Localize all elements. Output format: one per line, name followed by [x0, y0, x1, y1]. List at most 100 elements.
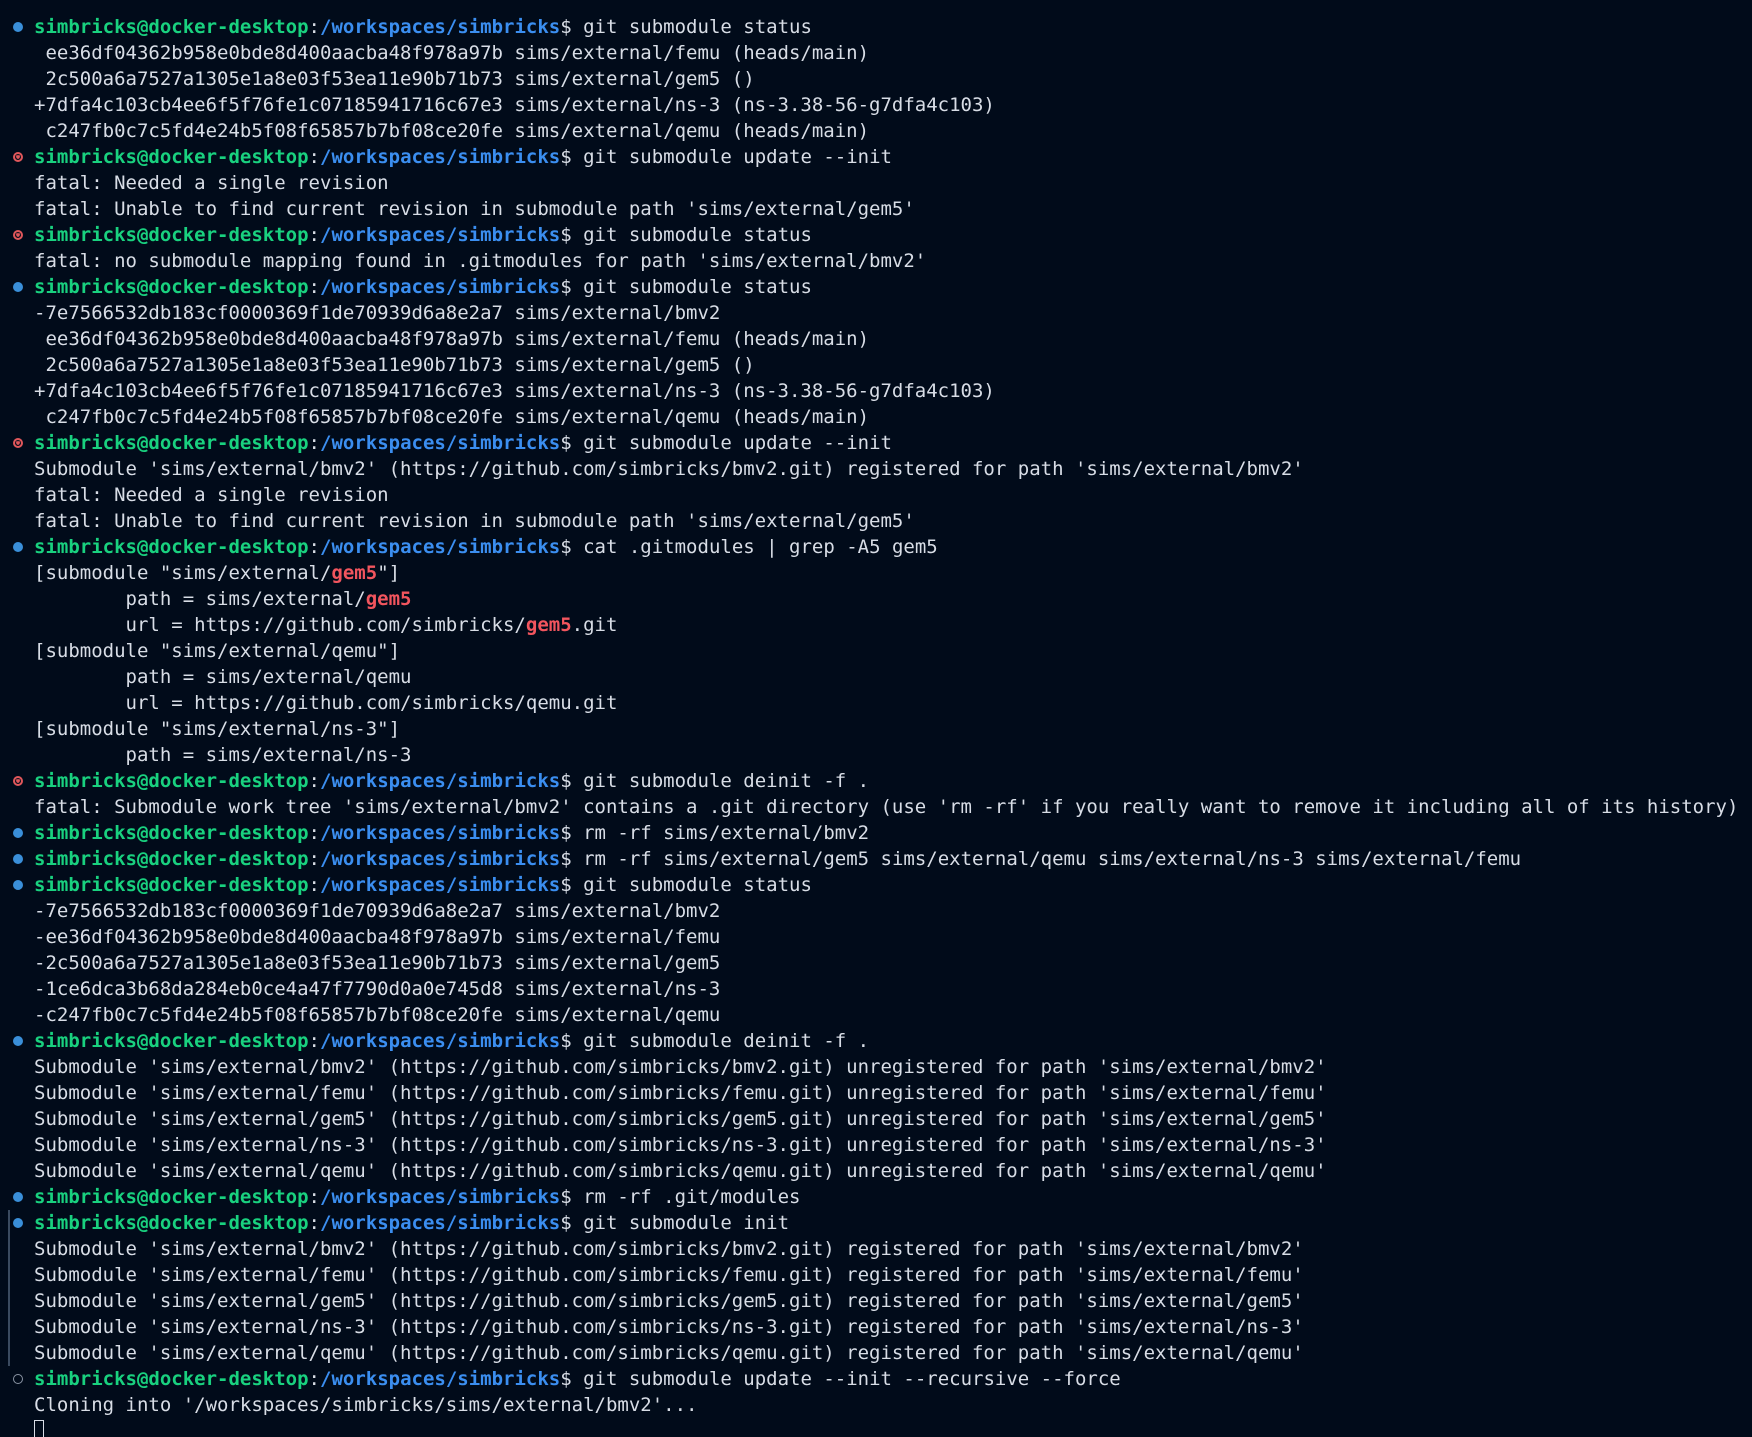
output-line: 2c500a6a7527a1305e1a8e03f53ea11e90b71b73…	[0, 352, 1752, 378]
prompt-symbol: $	[560, 1186, 584, 1208]
command-text: rm -rf .git/modules	[583, 1186, 801, 1208]
output-text: c247fb0c7c5fd4e24b5f08f65857b7bf08ce20fe…	[34, 406, 870, 428]
output-line: Submodule 'sims/external/gem5' (https://…	[0, 1288, 1752, 1314]
command-error-icon[interactable]	[13, 438, 23, 448]
command-success-icon[interactable]	[13, 1036, 23, 1046]
output-text: -c247fb0c7c5fd4e24b5f08f65857b7bf08ce20f…	[34, 1004, 721, 1026]
output-line: ee36df04362b958e0bde8d400aacba48f978a97b…	[0, 40, 1752, 66]
output-text: .git	[571, 614, 618, 636]
prompt-user: simbricks@docker-desktop	[34, 1212, 309, 1234]
command-success-icon[interactable]	[13, 1218, 23, 1228]
output-line: Submodule 'sims/external/femu' (https://…	[0, 1262, 1752, 1288]
prompt-path: /workspaces/simbricks	[320, 16, 561, 38]
prompt-separator: :	[308, 146, 320, 168]
output-text: [submodule "sims/external/ns-3"]	[34, 718, 401, 740]
output-line: -2c500a6a7527a1305e1a8e03f53ea11e90b71b7…	[0, 950, 1752, 976]
command-text: git submodule update --init	[583, 146, 892, 168]
cursor-line	[0, 1418, 1752, 1437]
output-line: -7e7566532db183cf0000369f1de70939d6a8e2a…	[0, 300, 1752, 326]
command-text: git submodule status	[583, 224, 812, 246]
output-text: url = https://github.com/simbricks/	[34, 614, 526, 636]
output-text: +7dfa4c103cb4ee6f5f76fe1c07185941716c67e…	[34, 94, 995, 116]
command-line: simbricks@docker-desktop:/workspaces/sim…	[0, 144, 1752, 170]
prompt-symbol: $	[560, 16, 584, 38]
output-text: [submodule "sims/external/	[34, 562, 332, 584]
output-text: fatal: Needed a single revision	[34, 172, 389, 194]
output-line: [submodule "sims/external/qemu"]	[0, 638, 1752, 664]
prompt-user: simbricks@docker-desktop	[34, 536, 309, 558]
grep-match: gem5	[525, 614, 572, 636]
command-success-icon[interactable]	[13, 828, 23, 838]
output-text: fatal: no submodule mapping found in .gi…	[34, 250, 927, 272]
output-line: Submodule 'sims/external/qemu' (https://…	[0, 1340, 1752, 1366]
prompt-path: /workspaces/simbricks	[320, 276, 561, 298]
command-line: simbricks@docker-desktop:/workspaces/sim…	[0, 14, 1752, 40]
prompt-user: simbricks@docker-desktop	[34, 224, 309, 246]
prompt-symbol: $	[560, 276, 584, 298]
command-error-icon[interactable]	[13, 776, 23, 786]
output-text: url = https://github.com/simbricks/qemu.…	[34, 692, 618, 714]
terminal-cursor[interactable]	[34, 1420, 44, 1437]
prompt-path: /workspaces/simbricks	[320, 1186, 561, 1208]
command-text: git submodule update --init --recursive …	[583, 1368, 1121, 1390]
output-line: Submodule 'sims/external/gem5' (https://…	[0, 1106, 1752, 1132]
command-error-icon[interactable]	[13, 152, 23, 162]
command-line: simbricks@docker-desktop:/workspaces/sim…	[0, 846, 1752, 872]
command-success-icon[interactable]	[13, 1192, 23, 1202]
prompt-user: simbricks@docker-desktop	[34, 276, 309, 298]
output-text: 2c500a6a7527a1305e1a8e03f53ea11e90b71b73…	[34, 354, 755, 376]
prompt-symbol: $	[560, 432, 584, 454]
command-line: simbricks@docker-desktop:/workspaces/sim…	[0, 430, 1752, 456]
output-text: Submodule 'sims/external/gem5' (https://…	[34, 1290, 1304, 1312]
output-text: path = sims/external/ns-3	[34, 744, 412, 766]
command-success-icon[interactable]	[13, 542, 23, 552]
command-success-icon[interactable]	[13, 282, 23, 292]
output-text: Submodule 'sims/external/bmv2' (https://…	[34, 1238, 1304, 1260]
output-line: +7dfa4c103cb4ee6f5f76fe1c07185941716c67e…	[0, 378, 1752, 404]
output-line: [submodule "sims/external/gem5"]	[0, 560, 1752, 586]
command-text: cat .gitmodules | grep -A5 gem5	[583, 536, 938, 558]
output-text: fatal: Needed a single revision	[34, 484, 389, 506]
output-text: Submodule 'sims/external/qemu' (https://…	[34, 1342, 1304, 1364]
output-line: path = sims/external/qemu	[0, 664, 1752, 690]
output-line: Submodule 'sims/external/ns-3' (https://…	[0, 1132, 1752, 1158]
prompt-path: /workspaces/simbricks	[320, 1368, 561, 1390]
output-line: Submodule 'sims/external/bmv2' (https://…	[0, 456, 1752, 482]
output-text: +7dfa4c103cb4ee6f5f76fe1c07185941716c67e…	[34, 380, 995, 402]
command-line: simbricks@docker-desktop:/workspaces/sim…	[0, 222, 1752, 248]
output-text: c247fb0c7c5fd4e24b5f08f65857b7bf08ce20fe…	[34, 120, 870, 142]
prompt-separator: :	[308, 822, 320, 844]
prompt-separator: :	[308, 536, 320, 558]
output-line: fatal: Submodule work tree 'sims/externa…	[0, 794, 1752, 820]
prompt-user: simbricks@docker-desktop	[34, 16, 309, 38]
output-text: [submodule "sims/external/qemu"]	[34, 640, 401, 662]
prompt-user: simbricks@docker-desktop	[34, 822, 309, 844]
output-line: fatal: no submodule mapping found in .gi…	[0, 248, 1752, 274]
prompt-user: simbricks@docker-desktop	[34, 1186, 309, 1208]
command-line: simbricks@docker-desktop:/workspaces/sim…	[0, 768, 1752, 794]
prompt-path: /workspaces/simbricks	[320, 146, 561, 168]
prompt-separator: :	[308, 1030, 320, 1052]
command-pending-icon[interactable]	[13, 1374, 23, 1384]
command-text: git submodule deinit -f .	[583, 770, 870, 792]
command-error-icon[interactable]	[13, 230, 23, 240]
output-line: Submodule 'sims/external/ns-3' (https://…	[0, 1314, 1752, 1340]
output-text: Cloning into '/workspaces/simbricks/sims…	[34, 1394, 698, 1416]
command-line: simbricks@docker-desktop:/workspaces/sim…	[0, 1210, 1752, 1236]
command-success-icon[interactable]	[13, 880, 23, 890]
output-line: fatal: Unable to find current revision i…	[0, 508, 1752, 534]
prompt-symbol: $	[560, 1368, 584, 1390]
terminal-window[interactable]: simbricks@docker-desktop:/workspaces/sim…	[0, 0, 1752, 1437]
output-line: -ee36df04362b958e0bde8d400aacba48f978a97…	[0, 924, 1752, 950]
command-success-icon[interactable]	[13, 22, 23, 32]
command-success-icon[interactable]	[13, 854, 23, 864]
output-line: Submodule 'sims/external/bmv2' (https://…	[0, 1054, 1752, 1080]
output-line: Cloning into '/workspaces/simbricks/sims…	[0, 1392, 1752, 1418]
output-text: Submodule 'sims/external/bmv2' (https://…	[34, 458, 1304, 480]
prompt-separator: :	[308, 848, 320, 870]
command-text: git submodule status	[583, 16, 812, 38]
output-line: c247fb0c7c5fd4e24b5f08f65857b7bf08ce20fe…	[0, 118, 1752, 144]
command-text: git submodule deinit -f .	[583, 1030, 870, 1052]
command-line: simbricks@docker-desktop:/workspaces/sim…	[0, 1028, 1752, 1054]
output-line: url = https://github.com/simbricks/gem5.…	[0, 612, 1752, 638]
